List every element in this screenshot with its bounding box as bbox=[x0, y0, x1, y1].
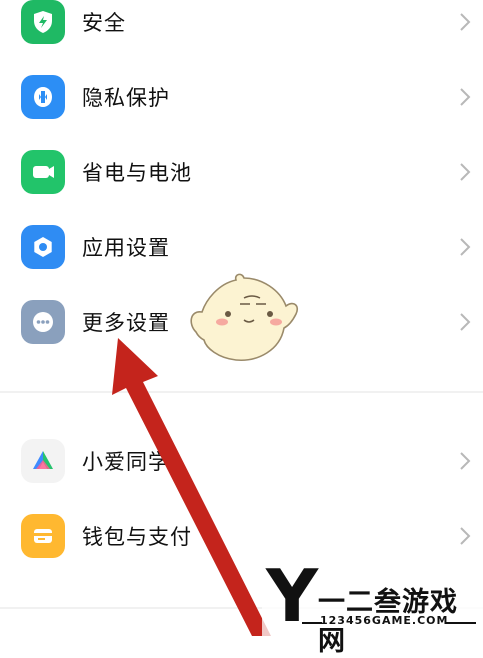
settings-item-label: 安全 bbox=[82, 11, 126, 35]
chevron-right-icon bbox=[460, 238, 471, 256]
settings-item-battery[interactable]: 省电与电池 bbox=[0, 140, 483, 204]
battery-icon bbox=[21, 150, 65, 194]
settings-item-security[interactable]: 安全 bbox=[0, 0, 483, 54]
shield-icon bbox=[21, 0, 65, 44]
chevron-right-icon bbox=[460, 163, 471, 181]
xiaoai-icon bbox=[21, 439, 65, 483]
watermark-url: 123456GAME.COM bbox=[320, 614, 449, 627]
chevron-right-icon bbox=[460, 527, 471, 545]
settings-item-wallet[interactable]: 钱包与支付 bbox=[0, 504, 483, 568]
settings-item-xiaoai[interactable]: 小爱同学 bbox=[0, 429, 483, 493]
more-dots-icon bbox=[21, 300, 65, 344]
chevron-right-icon bbox=[460, 313, 471, 331]
chevron-right-icon bbox=[460, 13, 471, 31]
watermark: Y 一二叁游戏网 123456GAME.COM bbox=[262, 560, 483, 657]
gear-icon bbox=[21, 225, 65, 269]
chevron-right-icon bbox=[460, 452, 471, 470]
section-divider bbox=[0, 391, 483, 393]
settings-item-label: 省电与电池 bbox=[82, 161, 192, 185]
settings-item-label: 钱包与支付 bbox=[82, 525, 192, 549]
settings-item-label: 小爱同学 bbox=[82, 450, 170, 474]
watermark-rule bbox=[302, 622, 322, 624]
settings-item-privacy[interactable]: 隐私保护 bbox=[0, 65, 483, 129]
mascot-sticker bbox=[190, 273, 299, 361]
watermark-rule bbox=[446, 622, 476, 624]
settings-item-label: 隐私保护 bbox=[82, 86, 170, 110]
settings-item-label: 应用设置 bbox=[82, 236, 170, 260]
settings-item-label: 更多设置 bbox=[82, 311, 170, 335]
privacy-icon bbox=[21, 75, 65, 119]
wallet-icon bbox=[21, 514, 65, 558]
chevron-right-icon bbox=[460, 88, 471, 106]
